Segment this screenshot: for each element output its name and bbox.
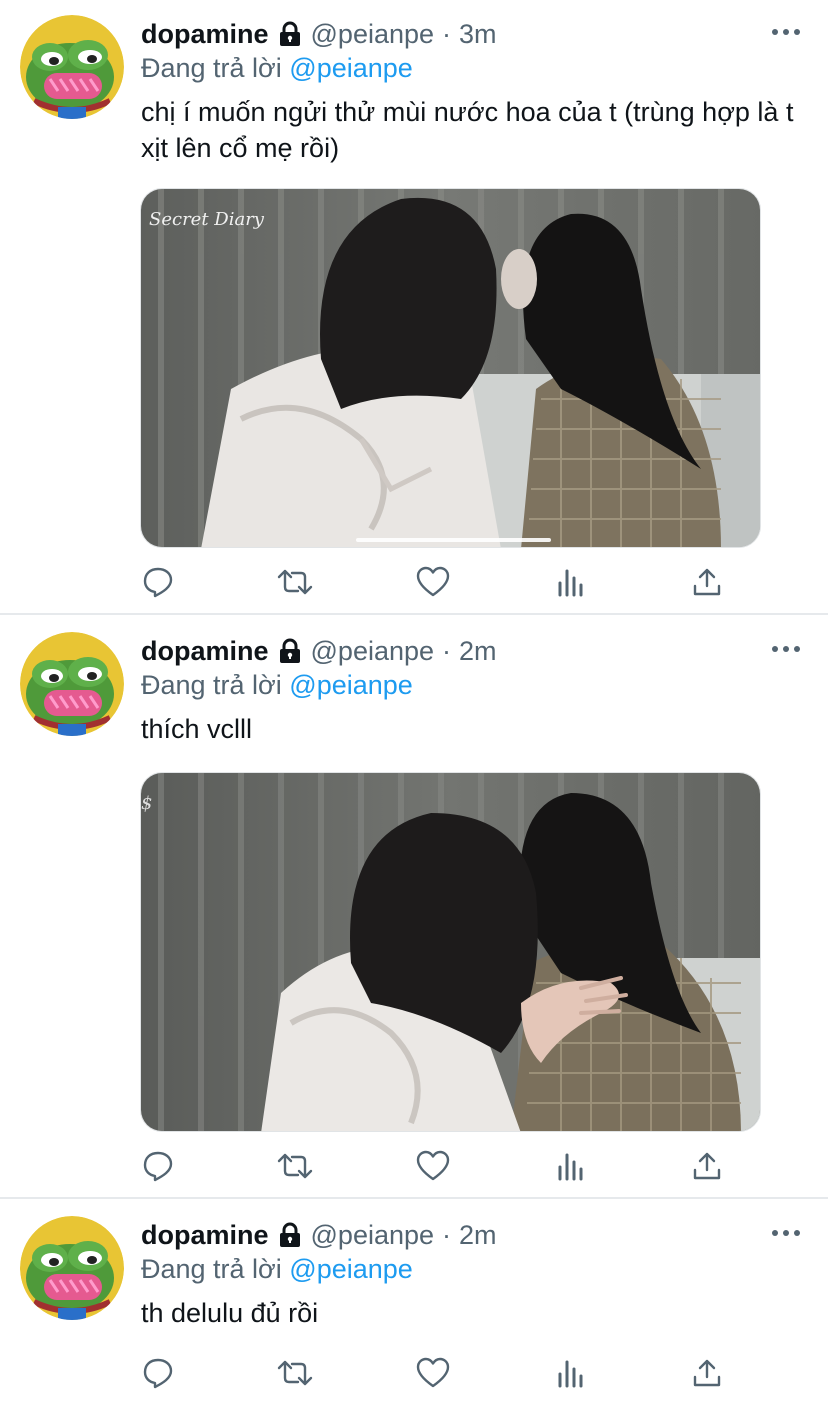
share-button[interactable]	[687, 562, 727, 602]
separator: ·	[442, 1220, 452, 1250]
media-watermark: Secret Diary	[149, 209, 265, 230]
lock-icon	[277, 1222, 303, 1248]
avatar[interactable]	[20, 15, 124, 119]
media-image: Secret Diary	[141, 189, 760, 547]
share-icon	[693, 1359, 721, 1387]
replying-prefix: Đang trả lời	[141, 53, 282, 83]
reply-icon	[143, 1151, 173, 1182]
retweet-icon	[277, 1153, 313, 1179]
retweet-button[interactable]	[275, 562, 315, 602]
retweet-button[interactable]	[275, 1146, 315, 1186]
share-icon	[693, 568, 721, 596]
replying-prefix: Đang trả lời	[141, 1254, 282, 1284]
tweet-header: dopamine @peianpe · 3m	[141, 18, 497, 50]
share-button[interactable]	[687, 1146, 727, 1186]
views-icon	[558, 569, 583, 597]
views-button[interactable]	[551, 1146, 591, 1186]
retweet-icon	[277, 1360, 313, 1386]
action-bar	[0, 1146, 828, 1186]
display-name[interactable]: dopamine	[141, 1219, 269, 1251]
tweet-media[interactable]: $	[140, 772, 761, 1132]
tweet-divider	[0, 1197, 828, 1199]
tweet-header: dopamine @peianpe · 2m	[141, 635, 497, 667]
tweet-divider	[0, 613, 828, 615]
tweet-media[interactable]: Secret Diary	[140, 188, 761, 548]
like-icon	[416, 1357, 450, 1388]
separator: ·	[442, 636, 452, 666]
mention-link[interactable]: @peianpe	[289, 670, 413, 700]
like-icon	[416, 1150, 450, 1181]
tweet-header: dopamine @peianpe · 2m	[141, 1219, 497, 1251]
lock-icon	[277, 638, 303, 664]
views-icon	[558, 1153, 583, 1181]
share-icon	[693, 1152, 721, 1180]
more-icon[interactable]	[770, 1223, 802, 1243]
separator: ·	[442, 19, 452, 49]
views-button[interactable]	[551, 562, 591, 602]
timestamp[interactable]: 2m	[459, 1219, 497, 1251]
display-name[interactable]: dopamine	[141, 18, 269, 50]
svg-text:$: $	[141, 793, 152, 814]
handle[interactable]: @peianpe	[311, 18, 435, 50]
media-image: $	[141, 773, 760, 1131]
reply-icon	[143, 567, 173, 598]
reply-icon	[143, 1358, 173, 1389]
more-icon[interactable]	[770, 22, 802, 42]
avatar[interactable]	[20, 1216, 124, 1320]
replying-prefix: Đang trả lời	[141, 670, 282, 700]
tweet-text: thích vclll	[141, 714, 253, 744]
action-bar	[0, 562, 828, 602]
reply-button[interactable]	[138, 562, 178, 602]
avatar[interactable]	[20, 632, 124, 736]
views-icon	[558, 1360, 583, 1388]
handle[interactable]: @peianpe	[311, 1219, 435, 1251]
retweet-button[interactable]	[275, 1353, 315, 1393]
mention-link[interactable]: @peianpe	[289, 53, 413, 83]
tweet[interactable]: dopamine @peianpe · 3m Đang trả lời @pei…	[0, 0, 828, 614]
display-name[interactable]: dopamine	[141, 635, 269, 667]
timestamp[interactable]: 2m	[459, 635, 497, 667]
views-button[interactable]	[551, 1353, 591, 1393]
like-button[interactable]	[413, 562, 453, 602]
like-button[interactable]	[413, 1353, 453, 1393]
reply-button[interactable]	[138, 1353, 178, 1393]
mention-link[interactable]: @peianpe	[289, 1254, 413, 1284]
replying-to: Đang trả lời @peianpe	[141, 669, 413, 701]
like-button[interactable]	[413, 1146, 453, 1186]
handle[interactable]: @peianpe	[311, 635, 435, 667]
tweet-text: chị í muốn ngửi thử mùi nước hoa của t (…	[141, 97, 794, 163]
tweet[interactable]: dopamine @peianpe · 2m Đang trả lời @pei…	[0, 1201, 828, 1406]
replying-to: Đang trả lời @peianpe	[141, 1253, 413, 1285]
share-button[interactable]	[687, 1353, 727, 1393]
tweet-text: th delulu đủ rồi	[141, 1298, 319, 1328]
action-bar	[0, 1353, 828, 1393]
replying-to: Đang trả lời @peianpe	[141, 52, 413, 84]
tweet[interactable]: dopamine @peianpe · 2m Đang trả lời @pei…	[0, 617, 828, 1197]
reply-button[interactable]	[138, 1146, 178, 1186]
lock-icon	[277, 21, 303, 47]
timestamp[interactable]: 3m	[459, 18, 497, 50]
more-icon[interactable]	[770, 639, 802, 659]
retweet-icon	[277, 569, 313, 595]
like-icon	[416, 566, 450, 597]
